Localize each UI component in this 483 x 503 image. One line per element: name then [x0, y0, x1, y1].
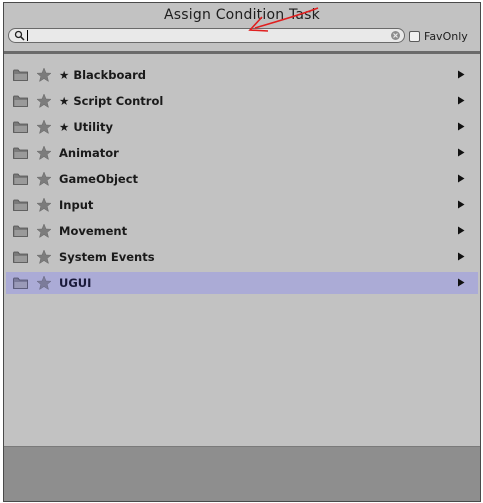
folder-icon: [13, 251, 28, 263]
star-icon[interactable]: [36, 223, 52, 239]
window-title: Assign Condition Task: [164, 7, 320, 23]
folder-icon: [13, 225, 28, 237]
chevron-right-icon: [458, 174, 465, 183]
folder-icon: [13, 199, 28, 211]
search-input[interactable]: [26, 29, 386, 42]
folder-icon: [13, 147, 28, 159]
category-label: ★ Blackboard: [59, 68, 147, 82]
chevron-right-icon: [458, 148, 465, 157]
category-label: ★ Utility: [59, 120, 113, 134]
category-row-system-events[interactable]: System Events: [6, 246, 478, 268]
chevron-right-icon: [458, 226, 465, 235]
star-icon[interactable]: [36, 145, 52, 161]
folder-icon: [13, 121, 28, 133]
category-label: Animator: [59, 146, 119, 160]
star-icon[interactable]: [36, 171, 52, 187]
favonly-label: FavOnly: [424, 29, 468, 43]
chevron-right-icon: [458, 200, 465, 209]
category-label: System Events: [59, 250, 155, 264]
category-label: ★ Script Control: [59, 94, 164, 108]
search-box[interactable]: [8, 28, 405, 43]
category-label: GameObject: [59, 172, 139, 186]
category-label: UGUI: [59, 276, 92, 290]
category-row-blackboard[interactable]: ★ Blackboard: [6, 64, 478, 86]
chevron-right-icon: [458, 70, 465, 79]
category-row-movement[interactable]: Movement: [6, 220, 478, 242]
star-icon[interactable]: [36, 119, 52, 135]
star-icon[interactable]: [36, 93, 52, 109]
chevron-right-icon: [458, 278, 465, 287]
clear-icon[interactable]: [390, 30, 401, 41]
category-row-script-control[interactable]: ★ Script Control: [6, 90, 478, 112]
favonly-toggle[interactable]: FavOnly: [409, 29, 468, 43]
folder-icon: [13, 277, 28, 289]
star-icon[interactable]: [36, 67, 52, 83]
folder-icon: [13, 95, 28, 107]
star-icon[interactable]: [36, 249, 52, 265]
footer-panel: [4, 446, 480, 501]
category-label: Movement: [59, 224, 128, 238]
star-icon[interactable]: [36, 275, 52, 291]
star-icon[interactable]: [36, 197, 52, 213]
assign-condition-task-window: Assign Condition Task FavOnly ★ Blackboa…: [3, 2, 481, 502]
chevron-right-icon: [458, 122, 465, 131]
search-icon: [14, 30, 25, 41]
chevron-right-icon: [458, 96, 465, 105]
chevron-right-icon: [458, 252, 465, 261]
header-separator: [4, 51, 480, 54]
category-row-animator[interactable]: Animator: [6, 142, 478, 164]
category-row-gameobject[interactable]: GameObject: [6, 168, 478, 190]
folder-icon: [13, 173, 28, 185]
folder-icon: [13, 69, 28, 81]
category-label: Input: [59, 198, 94, 212]
category-row-input[interactable]: Input: [6, 194, 478, 216]
category-row-ugui[interactable]: UGUI: [6, 272, 478, 294]
favonly-checkbox[interactable]: [409, 30, 420, 42]
category-row-utility[interactable]: ★ Utility: [6, 116, 478, 138]
text-caret: [27, 30, 28, 41]
